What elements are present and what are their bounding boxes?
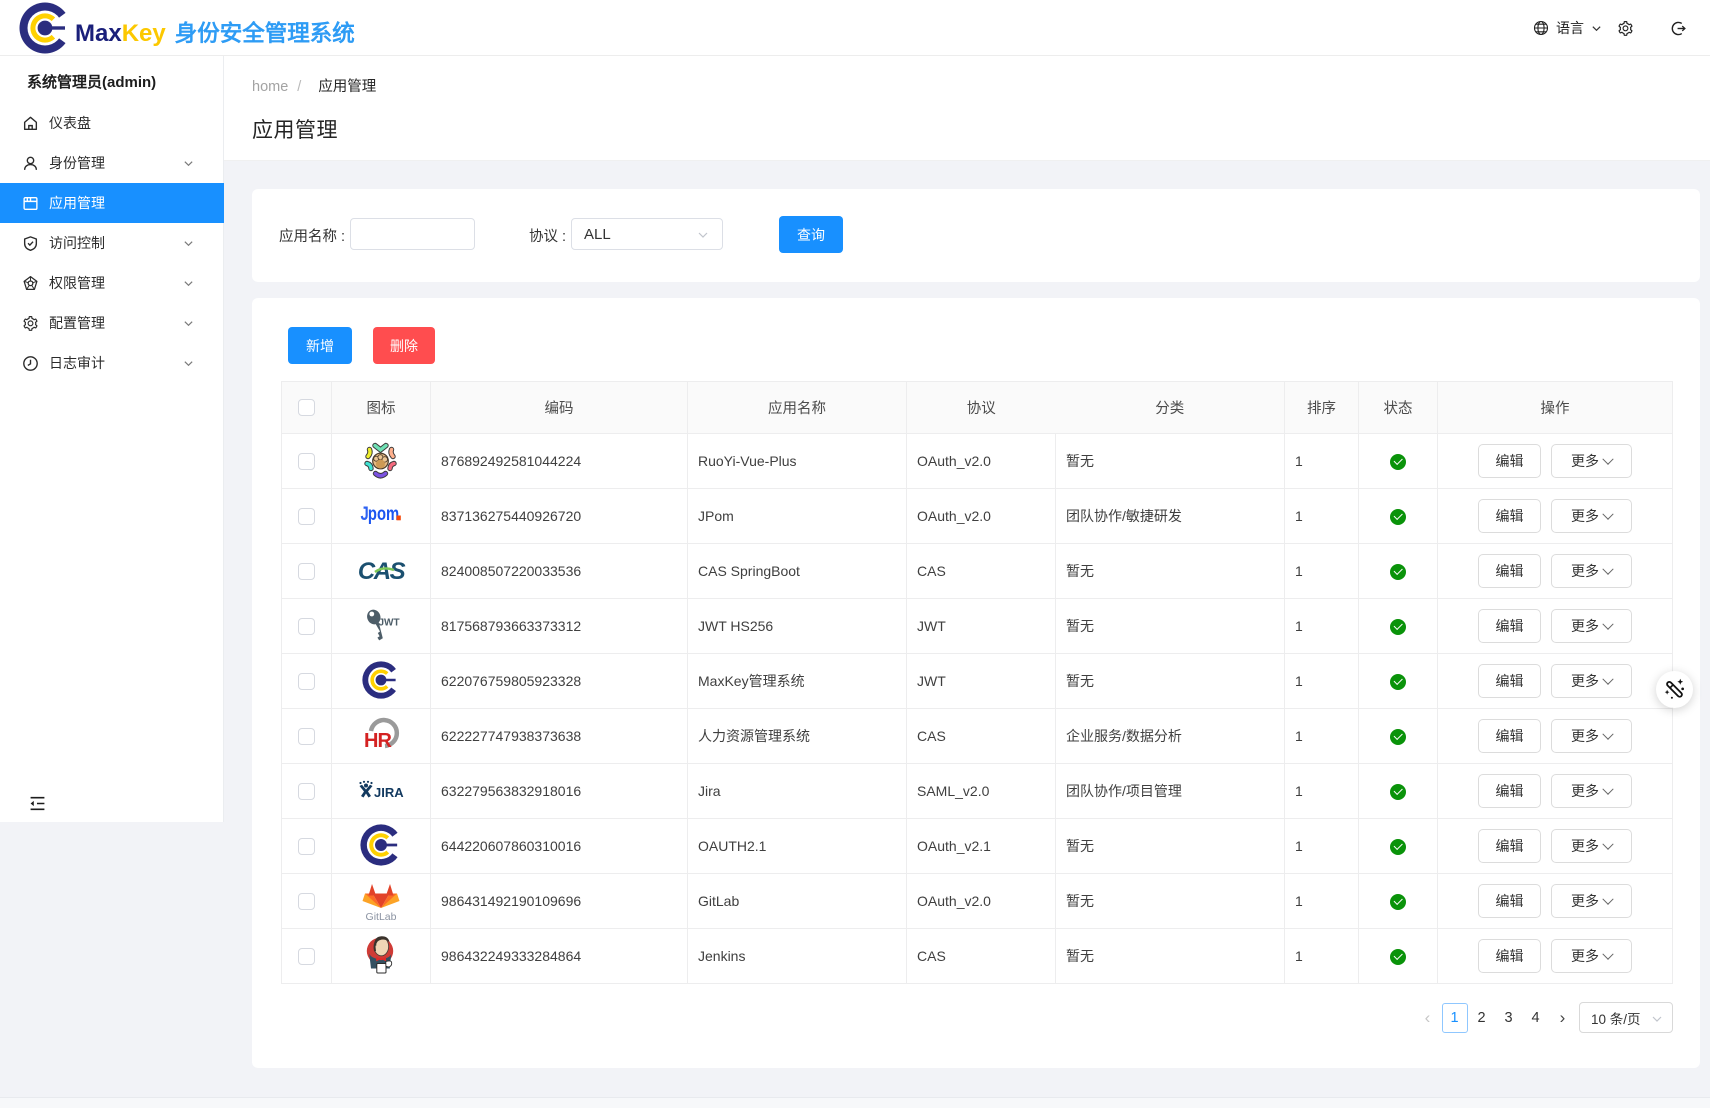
svg-text:HR: HR: [364, 730, 392, 752]
svg-text:GitLab: GitLab: [366, 911, 397, 922]
svg-text:CAS: CAS: [358, 558, 406, 584]
svg-text:pom: pom: [368, 503, 399, 524]
svg-text:JWT: JWT: [379, 617, 400, 628]
svg-text:JIRA: JIRA: [374, 785, 404, 800]
